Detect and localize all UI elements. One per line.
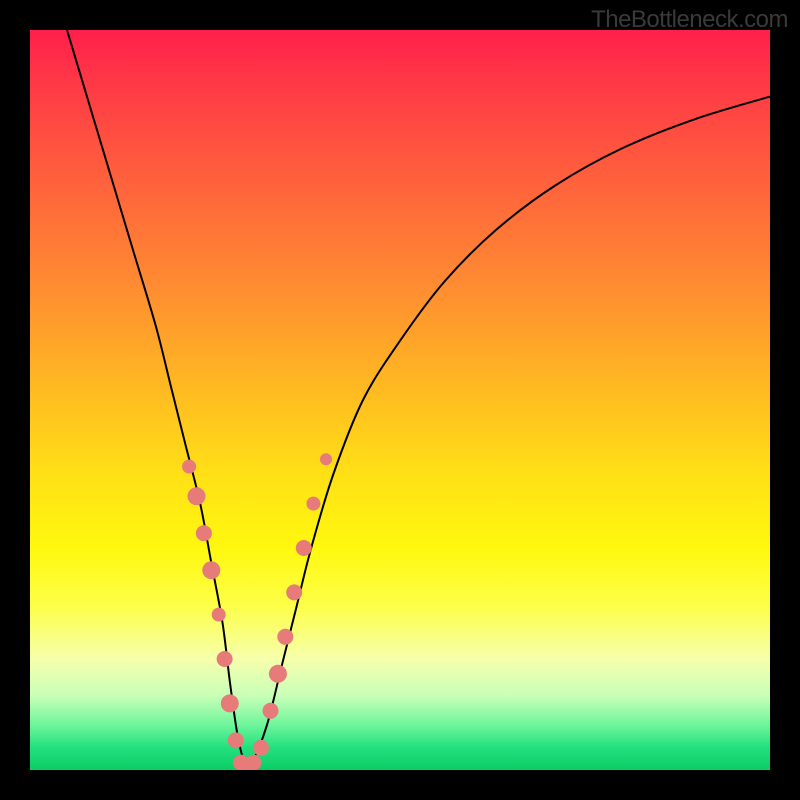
curve-marker [188,487,206,505]
curve-marker [217,651,233,667]
curve-marker [182,460,196,474]
curve-marker [221,694,239,712]
curve-marker [263,703,279,719]
chart-plot-area [30,30,770,770]
curve-marker [228,732,244,748]
curve-marker [253,740,269,756]
curve-marker [277,629,293,645]
curve-marker [320,453,332,465]
marker-group [182,453,332,770]
curve-marker [196,525,212,541]
curve-marker [245,755,261,770]
bottleneck-curve-line [67,30,770,767]
curve-marker [212,608,226,622]
curve-marker [269,665,287,683]
curve-marker [296,540,312,556]
chart-svg [30,30,770,770]
curve-marker [286,584,302,600]
curve-marker [202,561,220,579]
watermark-text: TheBottleneck.com [591,6,788,34]
curve-marker [306,497,320,511]
